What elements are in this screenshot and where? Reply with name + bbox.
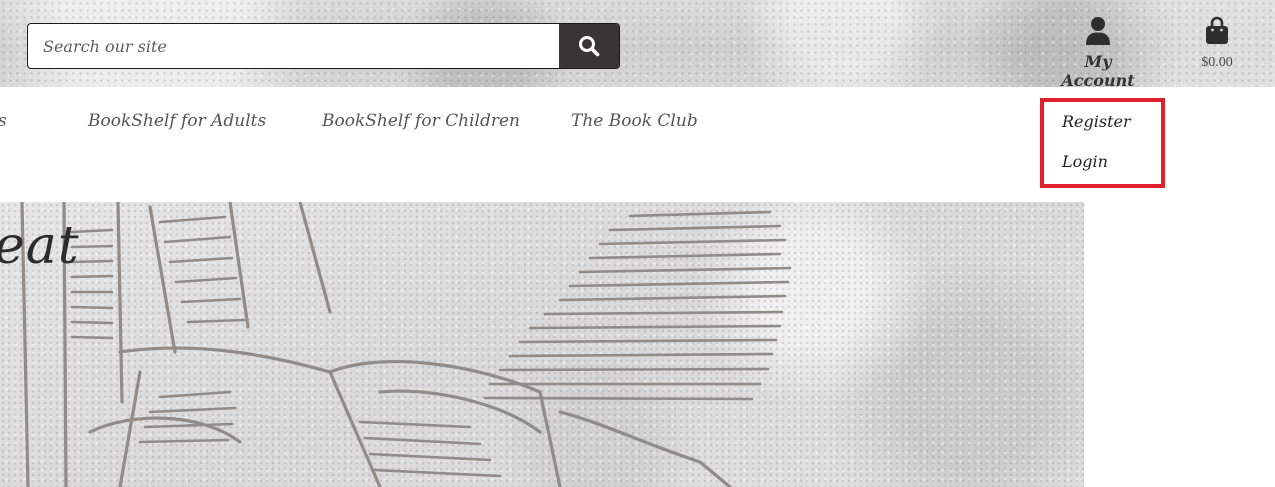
search-icon	[579, 36, 600, 57]
search-input[interactable]	[28, 24, 561, 68]
cart-link[interactable]: $0.00	[1186, 14, 1248, 76]
my-account-link[interactable]: My Account	[1046, 14, 1150, 90]
nav-item-bookshelf-children[interactable]: BookShelf for Children	[322, 111, 520, 131]
search-bar	[27, 23, 620, 69]
user-icon	[1086, 17, 1110, 45]
search-button[interactable]	[559, 24, 619, 68]
nav-item-partial[interactable]: s	[0, 111, 7, 131]
hero-banner: eat	[0, 202, 1084, 487]
account-dropdown: Register Login	[1040, 98, 1165, 188]
books-illustration	[20, 202, 792, 487]
cart-total: $0.00	[1201, 55, 1233, 70]
login-link[interactable]: Login	[1062, 152, 1108, 171]
shopping-bag-icon	[1206, 16, 1228, 44]
nav-item-book-club[interactable]: The Book Club	[571, 111, 698, 131]
nav-item-bookshelf-adults[interactable]: BookShelf for Adults	[88, 111, 266, 131]
register-link[interactable]: Register	[1062, 112, 1131, 131]
hero-heading: eat	[0, 216, 80, 276]
my-account-label: My Account	[1061, 52, 1135, 90]
